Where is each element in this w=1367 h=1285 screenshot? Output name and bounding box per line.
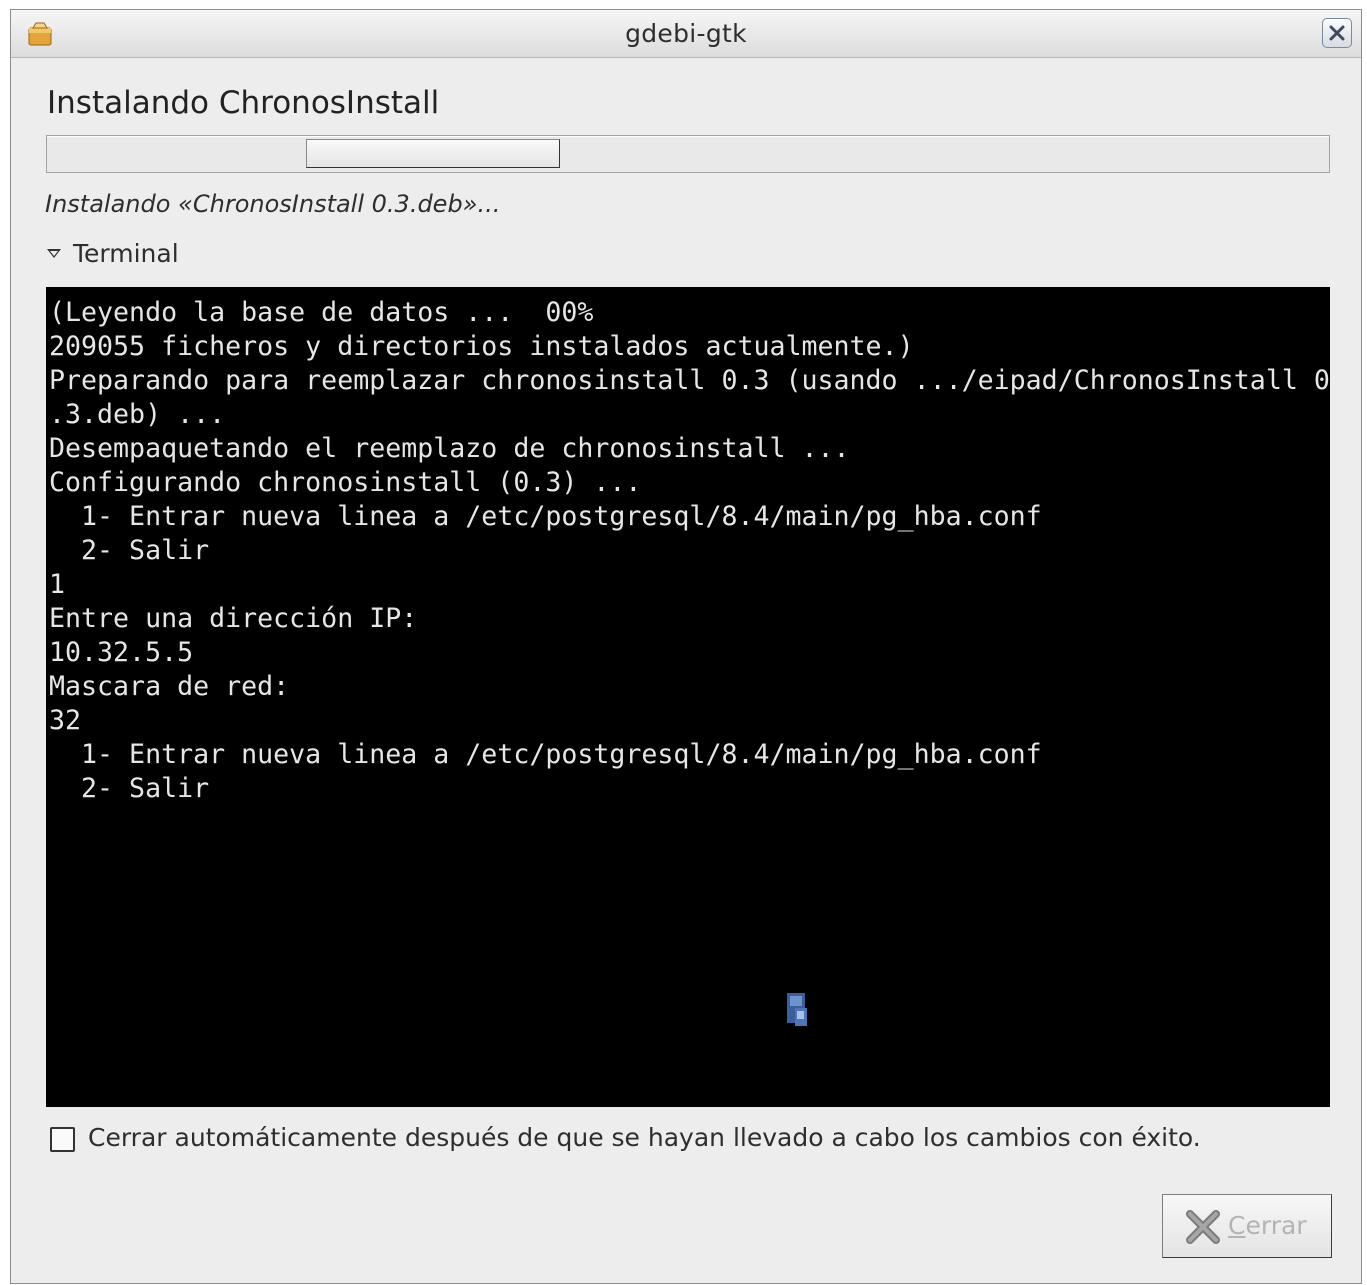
title-bar[interactable]: gdebi-gtk (11, 10, 1361, 58)
terminal-line: 2- Salir (49, 773, 210, 804)
terminal-line: 209055 ficheros y directorios instalados… (49, 331, 914, 362)
terminal-line: 2- Salir (49, 535, 210, 566)
terminal-line: 1 (49, 569, 66, 600)
terminal-line: 1- Entrar nueva linea a /etc/postgresql/… (49, 739, 1042, 770)
page-title: Instalando ChronosInstall (47, 85, 440, 121)
gdebi-window: gdebi-gtk Instalando ChronosInstall Inst… (10, 9, 1362, 1284)
close-button[interactable]: Cerrar (1162, 1194, 1332, 1258)
auto-close-label[interactable]: Cerrar automáticamente después de que se… (88, 1123, 1201, 1152)
terminal-line: Configurando chronosinstall (0.3) ... (49, 467, 642, 498)
close-button-label: Cerrar (1228, 1211, 1307, 1240)
terminal-line: Mascara de red: (49, 671, 290, 702)
terminal-line: (Leyendo la base de datos ... 00% (49, 297, 594, 328)
terminal-line: .3.deb) ... (49, 399, 226, 430)
x-cross-icon (1186, 1210, 1220, 1244)
terminal-line: Preparando para reemplazar chronosinstal… (49, 365, 1330, 396)
progress-pulse (306, 139, 560, 168)
close-icon (1329, 25, 1345, 41)
terminal-expander[interactable]: Terminal (47, 239, 179, 268)
terminal-line: 32 (49, 705, 82, 736)
terminal-output[interactable]: (Leyendo la base de datos ... 00% 209055 … (46, 287, 1330, 1107)
busy-cursor-icon (786, 992, 810, 1032)
window-title: gdebi-gtk (625, 19, 747, 48)
progress-bar (46, 135, 1330, 173)
terminal-line: 1- Entrar nueva linea a /etc/postgresql/… (49, 501, 1042, 532)
status-text: Instalando «ChronosInstall 0.3.deb»... (45, 190, 501, 218)
close-button-label-rest: errar (1245, 1211, 1307, 1240)
auto-close-checkbox[interactable] (50, 1127, 75, 1152)
terminal-line: Desempaquetando el reemplazo de chronosi… (49, 433, 850, 464)
terminal-line: 10.32.5.5 (49, 637, 194, 668)
window-close-button[interactable] (1322, 18, 1352, 48)
expander-arrow-icon (47, 248, 61, 258)
expander-label: Terminal (73, 239, 179, 268)
close-button-mnemonic: C (1228, 1211, 1246, 1240)
terminal-line: Entre una dirección IP: (49, 603, 418, 634)
